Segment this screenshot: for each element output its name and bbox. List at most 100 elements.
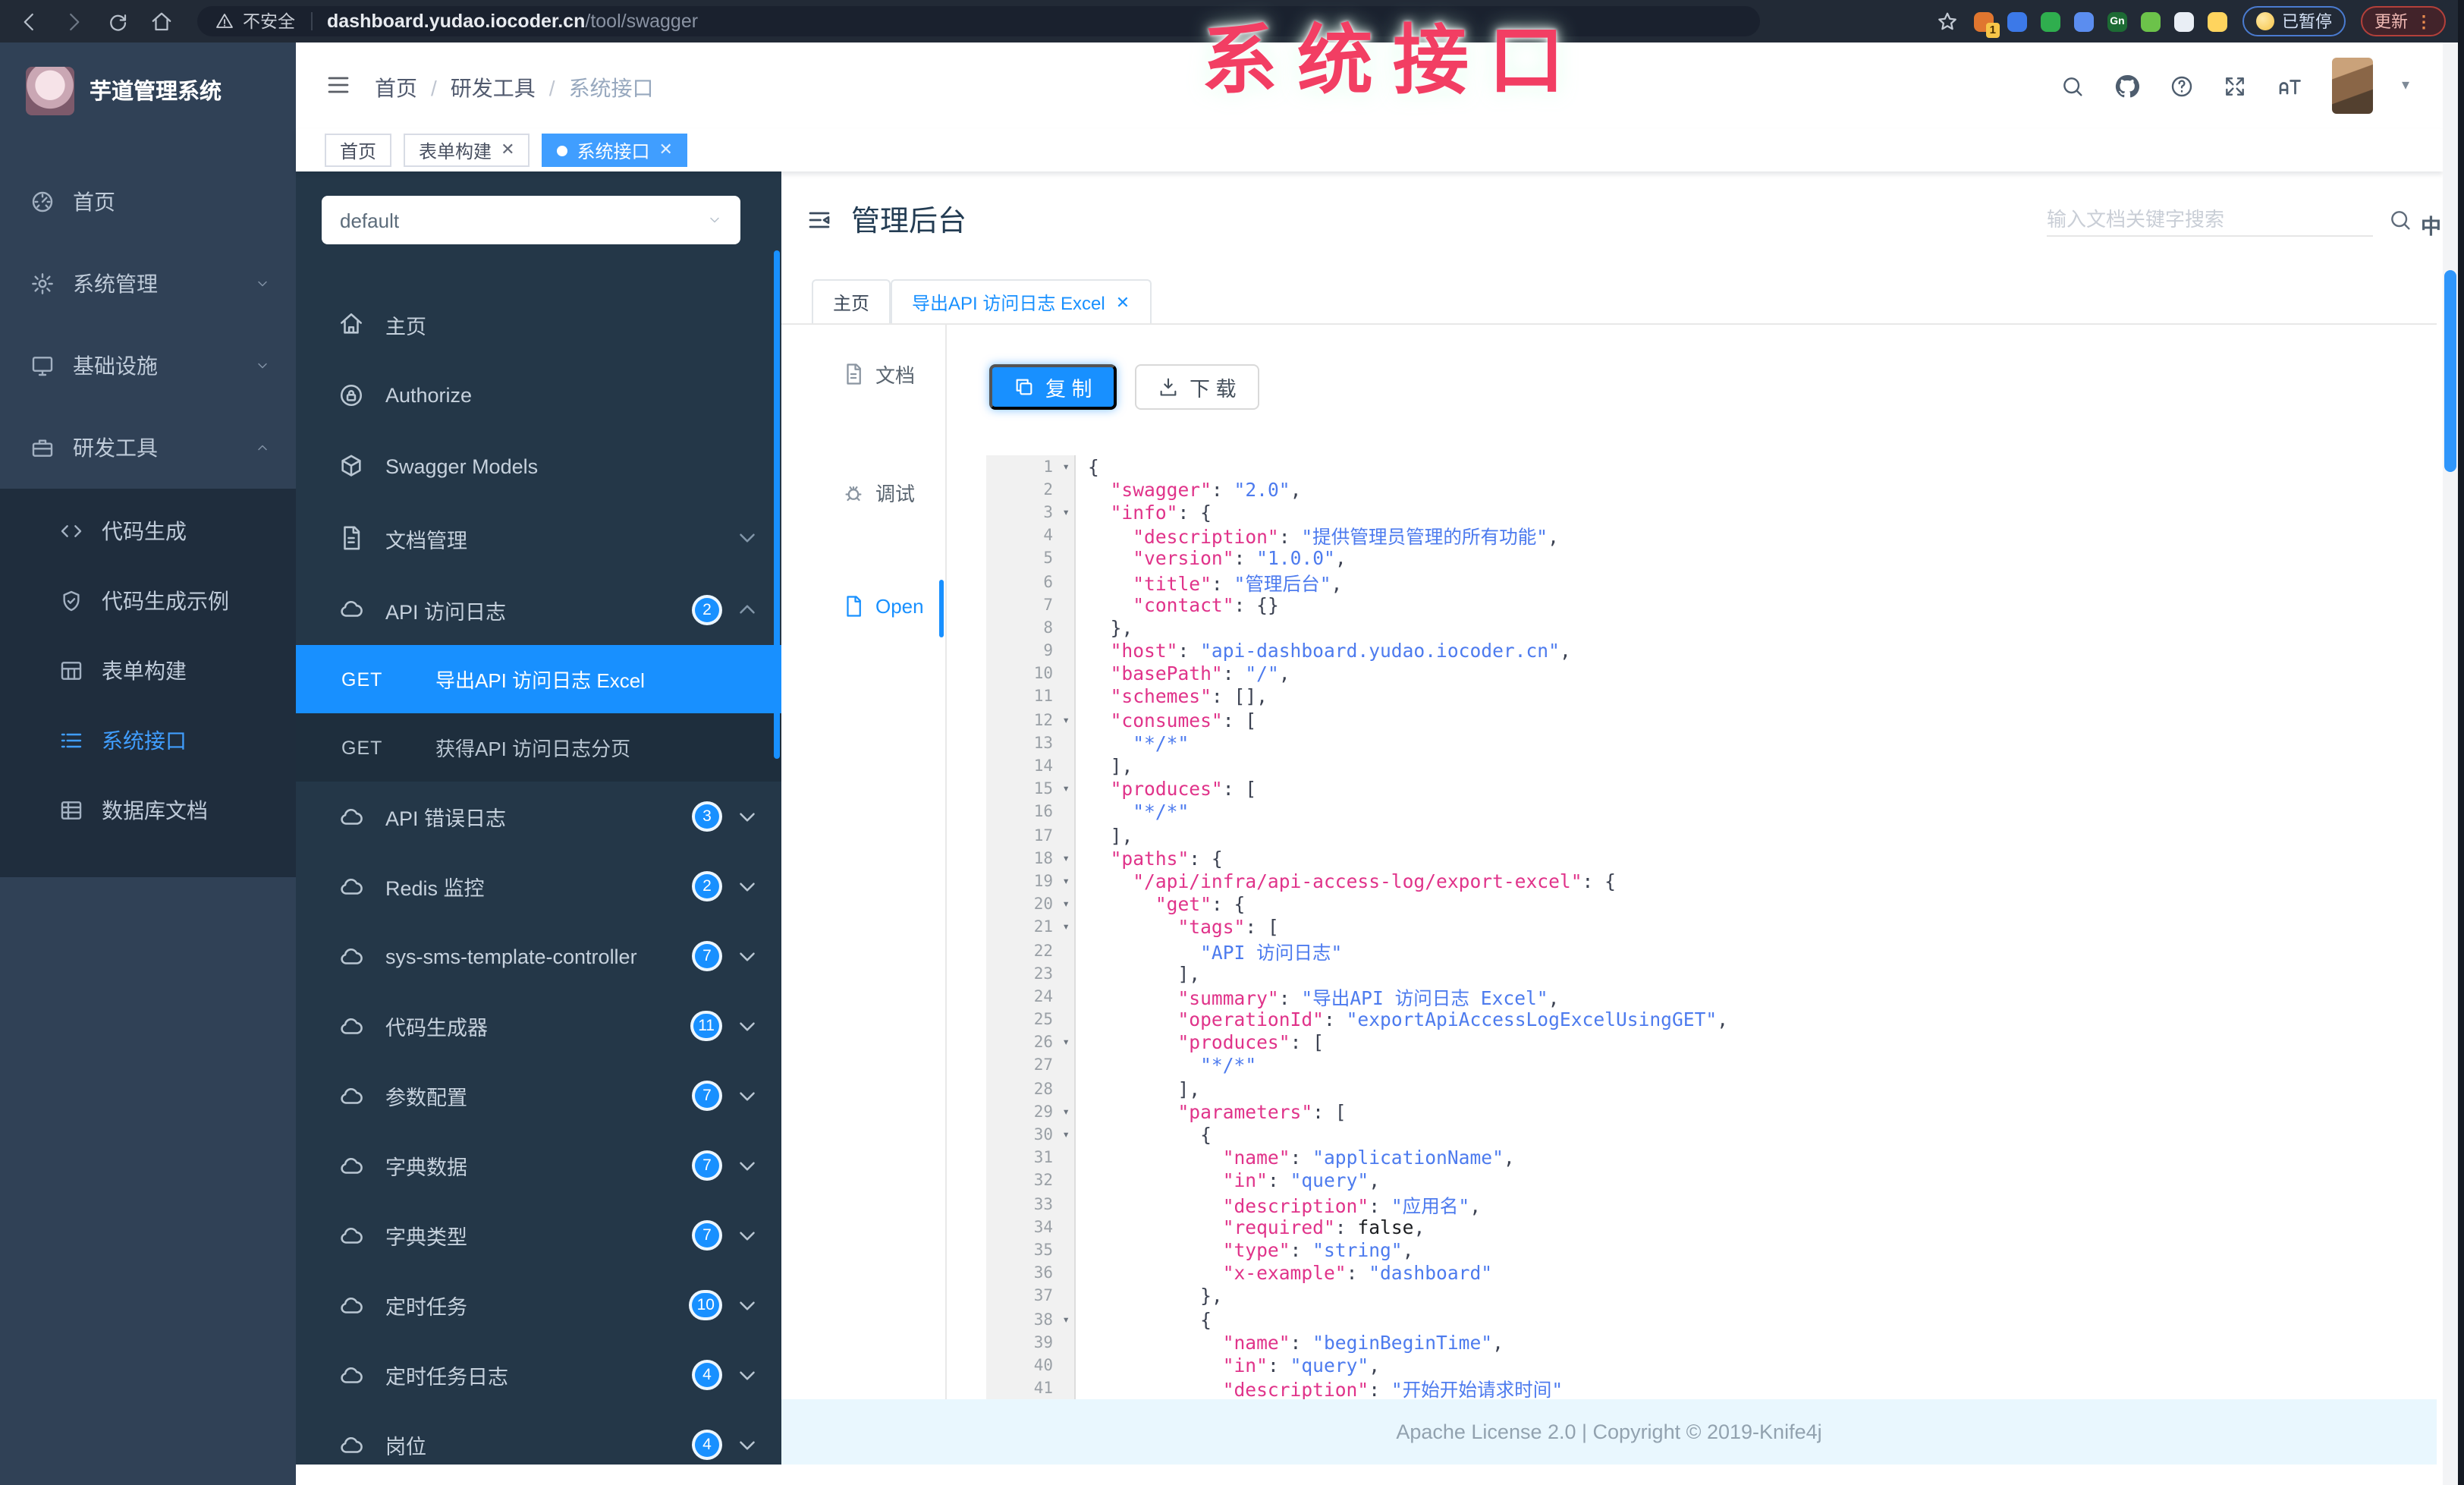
bookmark-star-icon[interactable] (1936, 10, 1959, 33)
collapse-menu-icon[interactable] (806, 206, 833, 234)
extension-icon-0[interactable]: 1 (1974, 11, 2000, 37)
extension-icon-5[interactable] (2141, 11, 2161, 31)
security-label[interactable]: 不安全 (243, 9, 295, 33)
chevron-up-icon[interactable] (255, 440, 270, 455)
swagger-nav-item-1[interactable]: Authorize (296, 360, 781, 431)
chevron-down-icon[interactable] (734, 873, 760, 899)
close-icon[interactable]: ✕ (1116, 292, 1130, 312)
doc-nav-Open[interactable]: Open (842, 595, 924, 618)
api-group-5[interactable]: 字典数据 7 (296, 1131, 781, 1200)
chevron-down-icon[interactable] (734, 1013, 760, 1039)
fold-caret-icon[interactable]: ▾ (1062, 874, 1070, 888)
close-icon[interactable]: ✕ (659, 141, 673, 159)
doc-nav-调试[interactable]: 调试 (842, 478, 915, 507)
sidebar-item-3[interactable]: 研发工具 (0, 407, 296, 489)
chevron-down-icon[interactable] (734, 1362, 760, 1388)
sidebar-subitem-3[interactable]: 系统接口 (0, 706, 296, 776)
extension-icon-2[interactable] (2041, 11, 2060, 31)
api-group-0[interactable]: API 错误日志 3 (296, 782, 781, 851)
fold-caret-icon[interactable]: ▾ (1062, 1105, 1070, 1118)
fold-caret-icon[interactable]: ▾ (1062, 713, 1070, 726)
fold-caret-icon[interactable]: ▾ (1062, 1312, 1070, 1326)
doc-search-icon[interactable] (2388, 208, 2412, 232)
chevron-down-icon[interactable] (734, 943, 760, 969)
help-icon[interactable] (2170, 74, 2194, 98)
sidebar-subitem-2[interactable]: 表单构建 (0, 636, 296, 706)
chevron-down-icon[interactable] (734, 1222, 760, 1248)
search-icon[interactable] (2060, 74, 2085, 98)
operation-row-1[interactable]: GET 获得API 访问日志分页 (296, 713, 781, 782)
breadcrumb-item-0[interactable]: 首页 (375, 73, 417, 103)
breadcrumb-item-1[interactable]: 研发工具 (451, 73, 536, 103)
doc-tab-0[interactable]: 主页 (812, 279, 891, 323)
group-select[interactable]: default (322, 196, 740, 244)
sidebar-item-1[interactable]: 系统管理 (0, 243, 296, 325)
sidebar-subitem-4[interactable]: 数据库文档 (0, 776, 296, 845)
hamburger-icon[interactable] (325, 71, 352, 99)
tag-1[interactable]: 表单构建 ✕ (404, 134, 530, 167)
home-icon[interactable] (150, 10, 173, 33)
doc-nav-文档[interactable]: 文档 (842, 360, 915, 389)
api-group-9[interactable]: 岗位 4 (296, 1410, 781, 1465)
font-size-icon[interactable] (2276, 72, 2303, 99)
fold-caret-icon[interactable]: ▾ (1062, 851, 1070, 865)
reload-icon[interactable] (106, 10, 129, 33)
swagger-nav-item-2[interactable]: Swagger Models (296, 431, 781, 502)
fold-caret-icon[interactable]: ▾ (1062, 1036, 1070, 1049)
extension-icon-7[interactable] (2208, 11, 2227, 31)
fold-caret-icon[interactable]: ▾ (1062, 782, 1070, 795)
avatar-caret-icon[interactable]: ▾ (2402, 77, 2409, 94)
tag-0[interactable]: 首页 (325, 134, 392, 167)
user-avatar[interactable] (2331, 58, 2373, 114)
page-scrollbar-thumb[interactable] (2444, 270, 2456, 472)
api-group-4[interactable]: 参数配置 7 (296, 1061, 781, 1131)
breadcrumb-item-2[interactable]: 系统接口 (569, 73, 654, 103)
chevron-down-icon[interactable] (255, 358, 270, 373)
download-button[interactable]: 下 载 (1135, 364, 1259, 410)
fold-caret-icon[interactable]: ▾ (1062, 459, 1070, 473)
chevron-down-icon[interactable] (734, 1292, 760, 1318)
chevron-down-icon[interactable] (255, 276, 270, 291)
swagger-nav-item-3[interactable]: 文档管理 (296, 502, 781, 574)
swagger-sidebar-scrollbar[interactable] (774, 250, 780, 759)
api-group-6[interactable]: 字典类型 7 (296, 1200, 781, 1270)
chevron-down-icon[interactable] (734, 1083, 760, 1109)
fold-caret-icon[interactable]: ▾ (1062, 1128, 1070, 1141)
forward-icon[interactable] (62, 10, 85, 33)
extension-icon-4[interactable]: Gn (2107, 11, 2127, 31)
chevron-down-icon[interactable] (734, 1432, 760, 1458)
fold-caret-icon[interactable]: ▾ (1062, 920, 1070, 934)
update-button[interactable]: 更新 ⋮ (2361, 6, 2446, 36)
api-group-2[interactable]: sys-sms-template-controller 7 (296, 921, 781, 991)
back-icon[interactable] (18, 10, 41, 33)
api-group-1[interactable]: Redis 监控 2 (296, 851, 781, 921)
close-icon[interactable]: ✕ (501, 141, 514, 159)
chevron-down-icon[interactable] (734, 1153, 760, 1178)
sidebar-subitem-0[interactable]: 代码生成 (0, 496, 296, 566)
paused-badge[interactable]: 已暂停 (2242, 6, 2346, 36)
api-group-7[interactable]: 定时任务 10 (296, 1270, 781, 1340)
tag-2[interactable]: 系统接口 ✕ (542, 134, 688, 167)
swagger-nav-item-4[interactable]: API 访问日志 2 (296, 574, 781, 645)
extension-icon-3[interactable] (2074, 11, 2094, 31)
chevron-down-icon[interactable] (734, 804, 760, 829)
sidebar-item-2[interactable]: 基础设施 (0, 325, 296, 407)
chevron-up-icon[interactable] (734, 596, 760, 622)
swagger-nav-item-0[interactable]: 主页 (296, 288, 781, 360)
fold-caret-icon[interactable]: ▾ (1062, 505, 1070, 519)
page-scrollbar-track[interactable] (2443, 42, 2458, 1485)
doc-search-input[interactable] (2047, 203, 2373, 237)
logo-row[interactable]: 芋道管理系统 (0, 42, 296, 121)
operation-row-0[interactable]: GET 导出API 访问日志 Excel (296, 645, 781, 713)
extension-icon-1[interactable] (2007, 11, 2027, 31)
sidebar-item-0[interactable]: 首页 (0, 161, 296, 243)
api-group-3[interactable]: 代码生成器 11 (296, 991, 781, 1061)
chevron-down-icon[interactable] (734, 525, 760, 551)
doc-tab-1[interactable]: 导出API 访问日志 Excel ✕ (891, 279, 1152, 323)
sidebar-subitem-1[interactable]: 代码生成示例 (0, 566, 296, 636)
fold-caret-icon[interactable]: ▾ (1062, 897, 1070, 911)
fullscreen-icon[interactable] (2223, 74, 2247, 98)
api-group-8[interactable]: 定时任务日志 4 (296, 1340, 781, 1410)
github-icon[interactable] (2114, 72, 2141, 99)
extension-icon-6[interactable] (2174, 11, 2194, 31)
